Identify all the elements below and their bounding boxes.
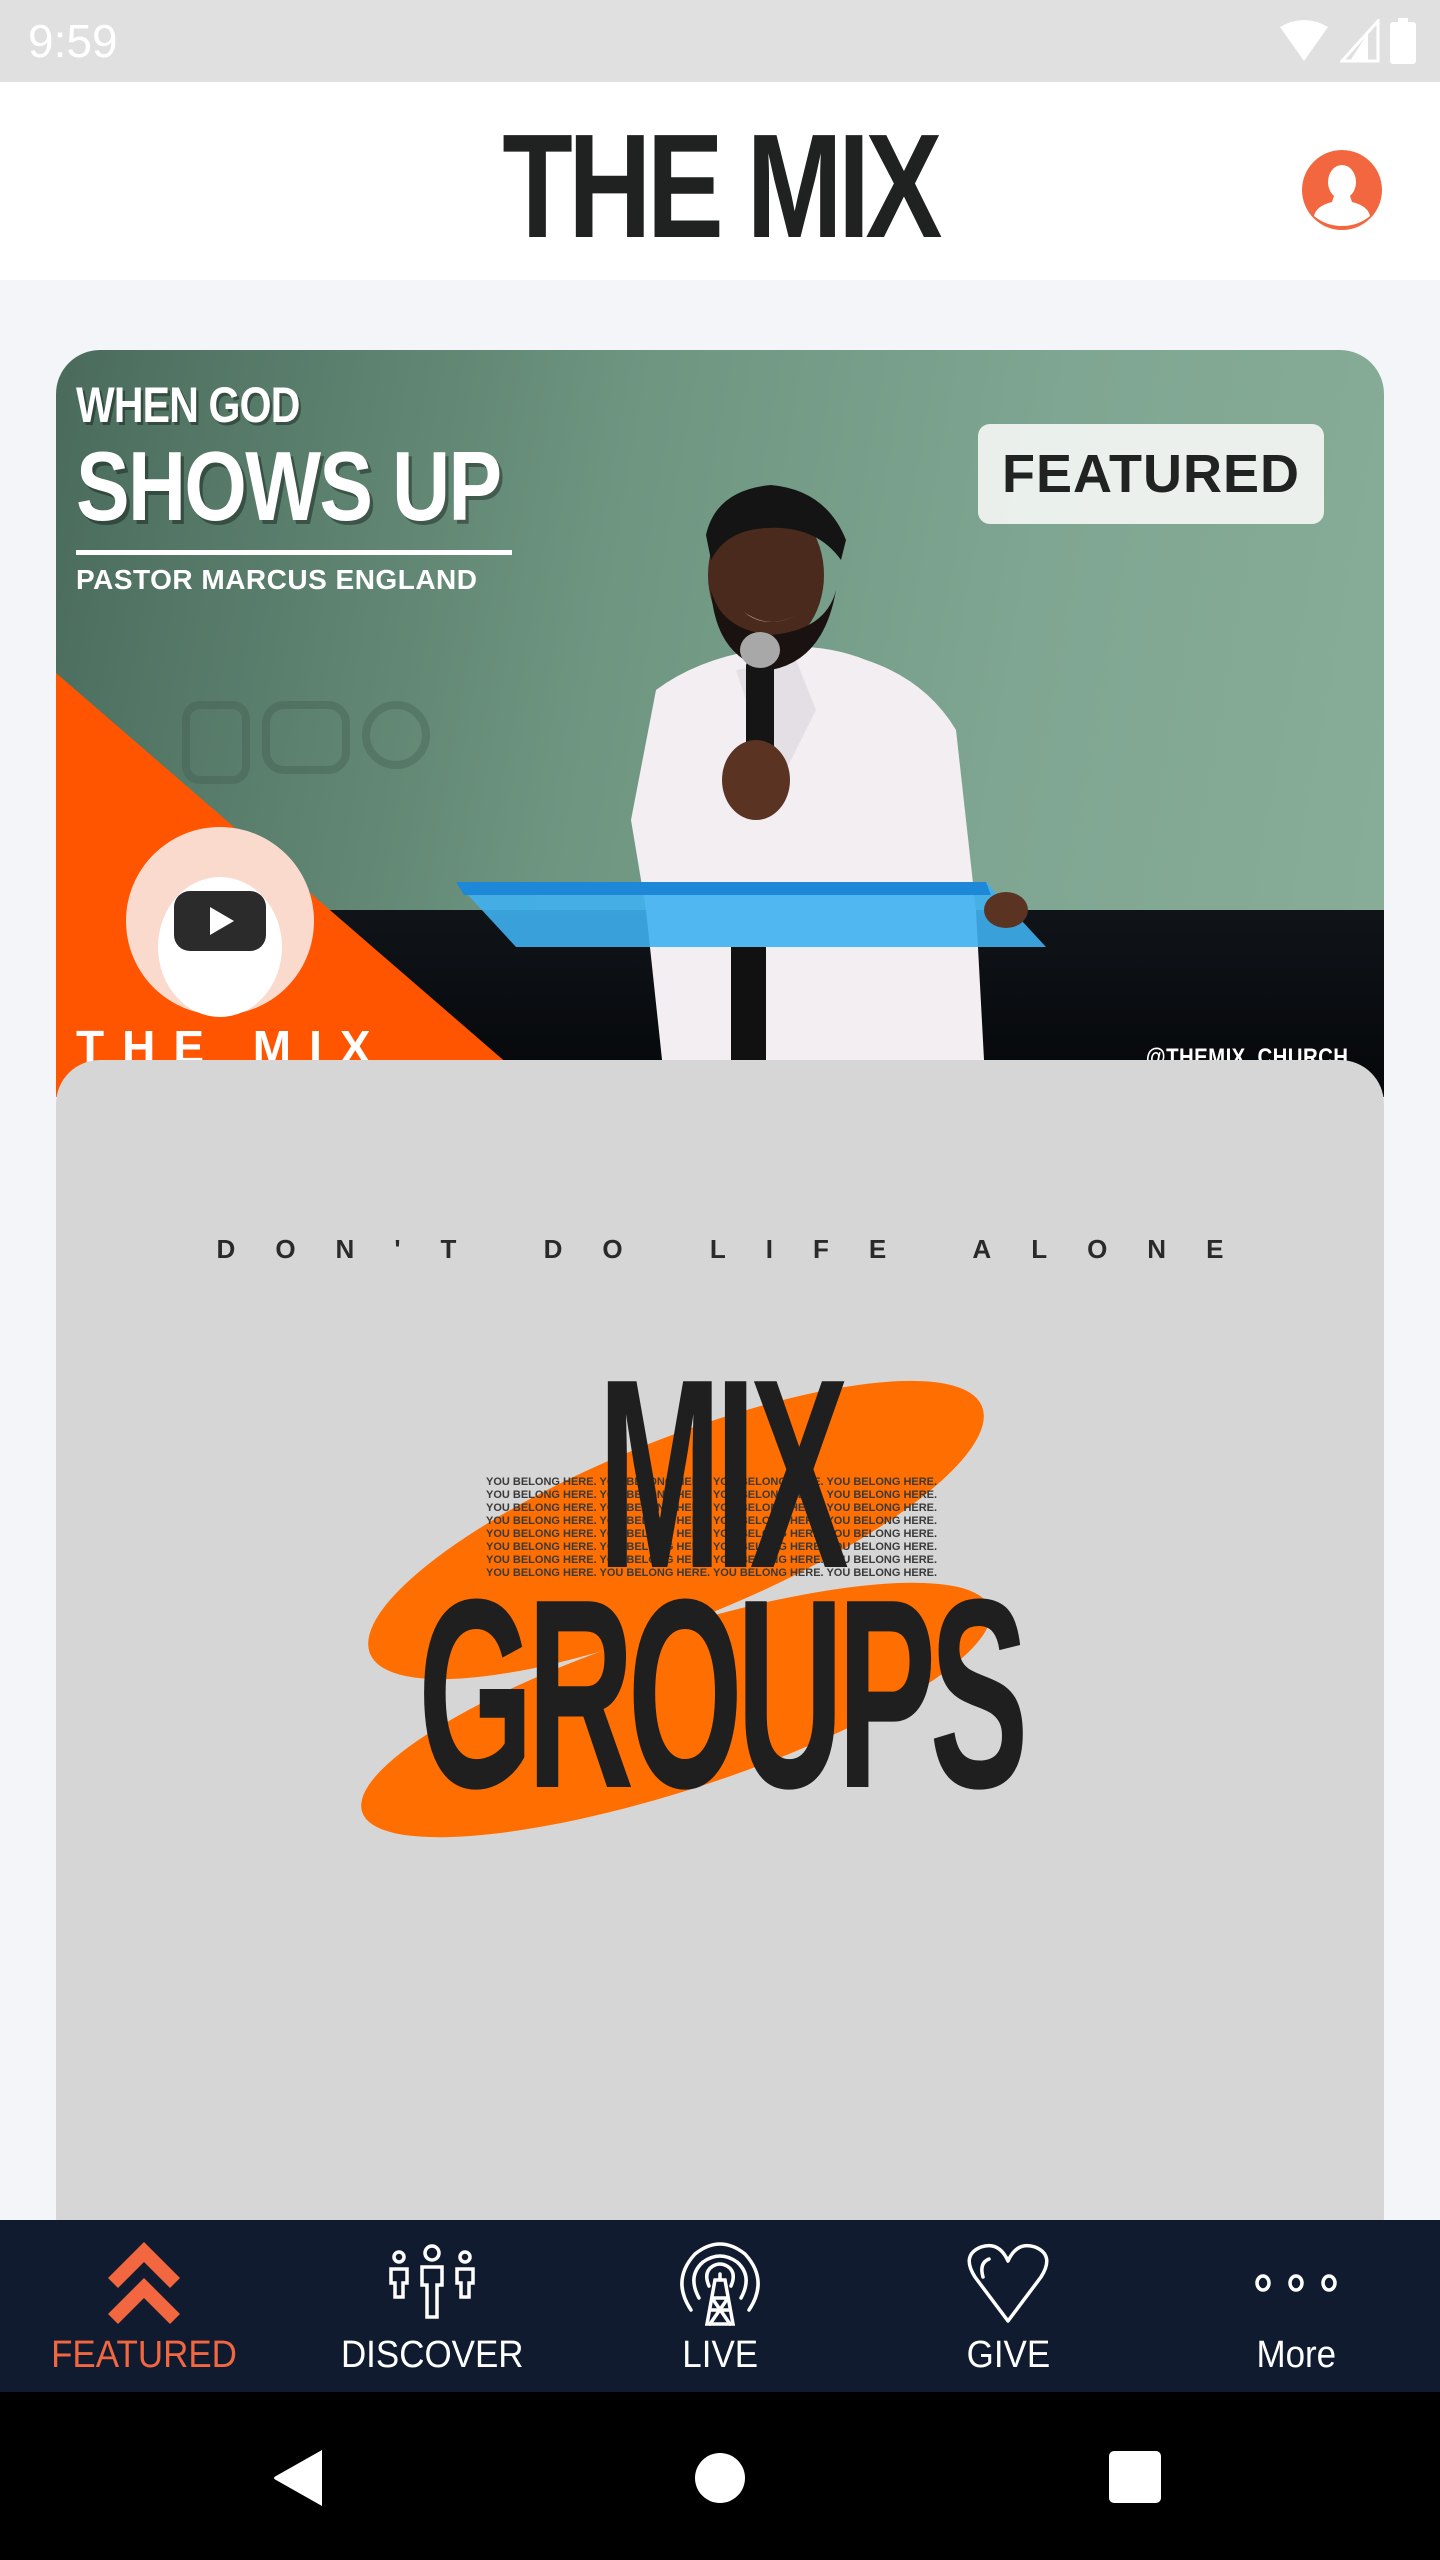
double-chevron-up-icon [108,2242,180,2324]
nav-tab-featured[interactable]: FEATURED [0,2220,288,2392]
user-profile-icon [1314,165,1370,226]
battery-icon [1390,18,1416,64]
nav-label: FEATURED [51,2334,237,2376]
status-icons [1278,18,1416,64]
status-time: 9:59 [28,15,118,67]
nav-label: GIVE [966,2334,1050,2376]
nav-tab-live[interactable]: LIVE [576,2220,864,2392]
nav-label: More [1256,2334,1336,2376]
nav-label: DISCOVER [340,2334,524,2376]
content-feed[interactable]: WHEN GOD SHOWS UP PASTOR MARCUS ENGLAND … [0,280,1440,2220]
groups-tagline: DON'T DO LIFE ALONE [216,1234,1264,1264]
wifi-icon [1280,20,1328,61]
featured-badge: FEATURED [978,424,1324,524]
system-navigation-bar [0,2392,1440,2560]
thumbnail-title-large: SHOWS UP [76,431,502,541]
home-icon[interactable] [694,2452,746,2504]
profile-button[interactable] [1302,150,1382,230]
recents-icon[interactable] [1108,2450,1162,2504]
thumbnail-speaker: PASTOR MARCUS ENGLAND [76,564,478,595]
bottom-navigation: FEATURED DISCOVER LIVE GIVE More [0,2220,1440,2392]
heart-icon [967,2243,1049,2323]
play-button[interactable] [126,827,314,1017]
app-logo: THE MIX [502,104,942,269]
broadcast-tower-icon [680,2242,760,2326]
status-bar: 9:59 [0,0,1440,82]
nav-tab-more[interactable]: More [1152,2220,1440,2392]
mix-groups-card[interactable]: DON'T DO LIFE ALONE YOU BELONG HERE. YOU… [56,1060,1384,2220]
nav-tab-give[interactable]: GIVE [864,2220,1152,2392]
sermon-thumbnail[interactable]: WHEN GOD SHOWS UP PASTOR MARCUS ENGLAND … [56,350,1384,1097]
thumbnail-divider [76,550,512,555]
app-header: THE MIX [0,82,1440,280]
more-dots-icon [1255,2274,1337,2292]
back-icon[interactable] [272,2448,328,2508]
youtube-play-icon [174,891,266,951]
nav-label: LIVE [682,2334,758,2376]
nav-tab-discover[interactable]: DISCOVER [288,2220,576,2392]
cell-signal-icon [1340,19,1380,63]
groups-title-line2: GROUPS [417,1544,1029,1845]
thumbnail-title-small: WHEN GOD [76,377,300,433]
people-group-icon [389,2244,475,2319]
